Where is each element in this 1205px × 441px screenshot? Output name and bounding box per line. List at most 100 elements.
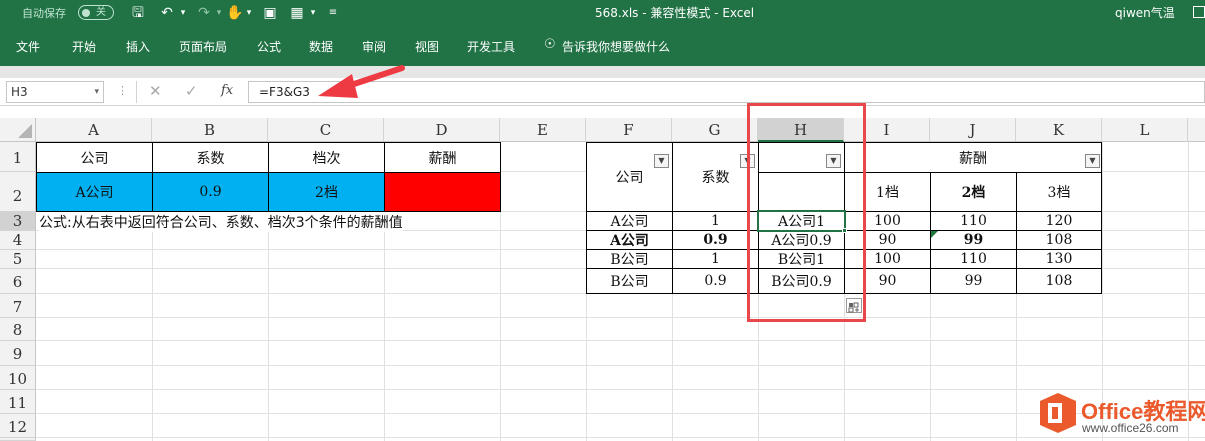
cell-c1[interactable]: 档次 bbox=[268, 142, 385, 173]
title-bar: 自动保存 关 🖫 ↶ ▾ ↷ ▾ ✋ ▾ ▣ ▦ ▾ ≡ 568.xls - 兼… bbox=[0, 0, 1205, 26]
autosave-toggle[interactable]: 关 bbox=[78, 5, 114, 20]
cell-j3[interactable]: 110 bbox=[930, 211, 1017, 231]
window-title: 568.xls - 兼容性模式 - Excel bbox=[595, 6, 755, 20]
tab-file[interactable]: 文件 bbox=[16, 38, 40, 55]
column-header-j[interactable]: J bbox=[930, 118, 1016, 142]
filter-dropdown-icon[interactable]: ▼ bbox=[1085, 154, 1100, 168]
cell-k4[interactable]: 108 bbox=[1016, 230, 1102, 250]
column-header-c[interactable]: C bbox=[268, 118, 384, 142]
select-all-corner[interactable] bbox=[0, 118, 36, 142]
tab-developer[interactable]: 开发工具 bbox=[467, 38, 515, 55]
formula-buttons: ✕ ✓ fx bbox=[136, 81, 246, 103]
touch-mode-icon[interactable]: ✋ bbox=[226, 3, 243, 23]
row-header-5[interactable]: 5 bbox=[0, 250, 36, 269]
cell-a1[interactable]: 公司 bbox=[36, 142, 153, 173]
tab-data[interactable]: 数据 bbox=[309, 38, 333, 55]
cell-c2[interactable]: 2档 bbox=[268, 172, 385, 212]
row-header-11[interactable]: 11 bbox=[0, 390, 36, 414]
gridline bbox=[36, 317, 1205, 318]
column-header-d[interactable]: D bbox=[384, 118, 500, 142]
grid-top-gap bbox=[0, 106, 1205, 118]
filter-dropdown-icon[interactable]: ▼ bbox=[654, 154, 669, 168]
autosave-state: 关 bbox=[96, 7, 106, 18]
cell-k5[interactable]: 130 bbox=[1016, 249, 1102, 269]
gridline bbox=[36, 437, 1205, 438]
tell-me-box[interactable]: 告诉我你想要做什么 bbox=[562, 38, 670, 55]
tab-formulas[interactable]: 公式 bbox=[257, 38, 281, 55]
arrow-annotation-icon bbox=[318, 65, 405, 98]
cell-g6[interactable]: 0.9 bbox=[672, 268, 759, 294]
row-header-10[interactable]: 10 bbox=[0, 366, 36, 390]
borders-dropdown-icon[interactable]: ▾ bbox=[308, 3, 318, 23]
cell-j2-tier2[interactable]: 2档 bbox=[930, 172, 1017, 212]
formula-text: =F3&G3 bbox=[259, 85, 310, 99]
insert-function-icon[interactable]: fx bbox=[221, 83, 233, 98]
name-box-dropdown-icon[interactable]: ▾ bbox=[94, 82, 99, 102]
camera-icon[interactable]: ▣ bbox=[260, 3, 280, 23]
office-logo-icon bbox=[1040, 393, 1076, 433]
cell-b2[interactable]: 0.9 bbox=[152, 172, 269, 212]
row-header-1[interactable]: 1 bbox=[0, 142, 36, 172]
name-box-value: H3 bbox=[11, 85, 28, 99]
touch-dropdown-icon[interactable]: ▾ bbox=[244, 3, 254, 23]
toggle-knob bbox=[82, 9, 90, 17]
cell-j5[interactable]: 110 bbox=[930, 249, 1017, 269]
cell-a3-note[interactable]: 公式:从右表中返回符合公司、系数、档次3个条件的薪酬值 bbox=[39, 212, 403, 232]
cell-f1-company-header[interactable]: 公司 bbox=[586, 142, 673, 212]
row-header-6[interactable]: 6 bbox=[0, 269, 36, 294]
autosave-label: 自动保存 bbox=[22, 7, 66, 20]
tab-insert[interactable]: 插入 bbox=[126, 38, 150, 55]
user-name[interactable]: qiwen气温 bbox=[1115, 4, 1175, 21]
row-header-12[interactable]: 12 bbox=[0, 414, 36, 438]
tab-home[interactable]: 开始 bbox=[72, 38, 96, 55]
cell-d2[interactable] bbox=[384, 172, 501, 212]
cell-f4[interactable]: A公司 bbox=[586, 230, 673, 250]
enter-check-icon[interactable]: ✓ bbox=[185, 82, 198, 100]
cell-k6[interactable]: 108 bbox=[1016, 268, 1102, 294]
column-header-m[interactable] bbox=[1188, 118, 1205, 142]
column-header-f[interactable]: F bbox=[586, 118, 672, 142]
ribbon-separator bbox=[0, 66, 1205, 78]
column-header-e[interactable]: E bbox=[500, 118, 586, 142]
ribbon-tabs: 文件 开始 插入 页面布局 公式 数据 审阅 视图 开发工具 ☉ 告诉我你想要做… bbox=[0, 26, 1205, 66]
ribbon-display-icon[interactable] bbox=[1193, 6, 1205, 18]
cell-k3[interactable]: 120 bbox=[1016, 211, 1102, 231]
column-header-a[interactable]: A bbox=[36, 118, 152, 142]
column-header-k[interactable]: K bbox=[1016, 118, 1102, 142]
row-header-2[interactable]: 2 bbox=[0, 172, 36, 212]
row-header-4[interactable]: 4 bbox=[0, 231, 36, 250]
cancel-icon[interactable]: ✕ bbox=[149, 82, 162, 100]
lightbulb-icon: ☉ bbox=[544, 37, 556, 52]
cell-j6[interactable]: 99 bbox=[930, 268, 1017, 294]
row-header-9[interactable]: 9 bbox=[0, 341, 36, 366]
save-icon[interactable]: 🖫 bbox=[128, 3, 148, 23]
tab-view[interactable]: 视图 bbox=[415, 38, 439, 55]
cell-i1-salary-header[interactable]: 薪酬 bbox=[844, 142, 1102, 173]
cell-b1[interactable]: 系数 bbox=[152, 142, 269, 173]
customize-qat-icon[interactable]: ≡ bbox=[326, 3, 340, 23]
tab-review[interactable]: 审阅 bbox=[362, 38, 386, 55]
row-header-7[interactable]: 7 bbox=[0, 294, 36, 318]
cell-k2-tier3[interactable]: 3档 bbox=[1016, 172, 1102, 212]
column-header-b[interactable]: B bbox=[152, 118, 268, 142]
cell-d1[interactable]: 薪酬 bbox=[384, 142, 501, 173]
tab-page-layout[interactable]: 页面布局 bbox=[179, 38, 227, 55]
cell-a2[interactable]: A公司 bbox=[36, 172, 153, 212]
undo-icon[interactable]: ↶ bbox=[157, 3, 177, 23]
cell-g5[interactable]: 1 bbox=[672, 249, 759, 269]
cell-g1-coef-header[interactable]: 系数 bbox=[672, 142, 759, 212]
name-box[interactable]: H3 ▾ bbox=[6, 81, 104, 103]
cell-f5[interactable]: B公司 bbox=[586, 249, 673, 269]
cell-f3[interactable]: A公司 bbox=[586, 211, 673, 231]
splitter-dots-icon[interactable]: ⋮ bbox=[117, 84, 128, 97]
row-header-8[interactable]: 8 bbox=[0, 318, 36, 341]
undo-dropdown-icon[interactable]: ▾ bbox=[178, 3, 188, 23]
borders-icon[interactable]: ▦ bbox=[287, 3, 307, 23]
cell-g3[interactable]: 1 bbox=[672, 211, 759, 231]
column-header-l[interactable]: L bbox=[1102, 118, 1188, 142]
column-header-g[interactable]: G bbox=[672, 118, 758, 142]
row-header-3[interactable]: 3 bbox=[0, 212, 36, 231]
cell-j4[interactable]: 99 bbox=[930, 230, 1017, 250]
cell-g4[interactable]: 0.9 bbox=[672, 230, 759, 250]
cell-f6[interactable]: B公司 bbox=[586, 268, 673, 294]
